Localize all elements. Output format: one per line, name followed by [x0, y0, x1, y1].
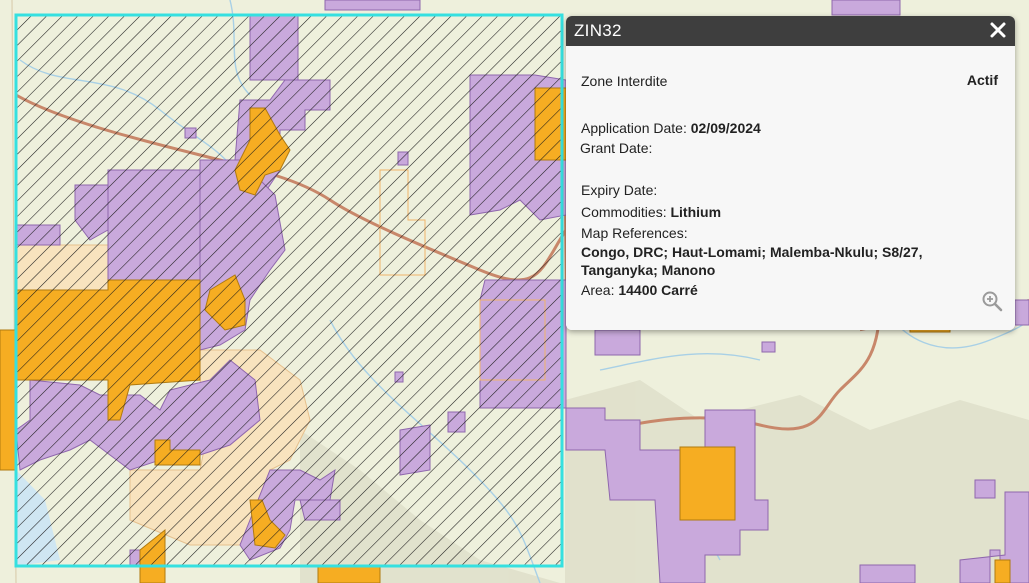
forbidden-zone-hatch[interactable] [16, 15, 562, 566]
map-references-label: Map References: [581, 225, 688, 241]
area-label: Area: [581, 282, 615, 298]
grant-date-row: Grant Date: [580, 140, 652, 156]
zone-type: Zone Interdite [581, 73, 668, 89]
grant-date-label: Grant Date: [580, 140, 653, 156]
commodities-label: Commodities: [581, 204, 667, 220]
map-references-line1: Congo, DRC; Haut-Lomami; Malemba-Nkulu; … [581, 244, 923, 260]
expiry-date-label: Expiry Date: [581, 182, 658, 198]
status-badge: Actif [966, 72, 998, 88]
popup-body: Zone Interdite Actif Application Date: 0… [566, 46, 1015, 330]
popup-title: ZIN32 [574, 21, 622, 40]
close-icon[interactable] [987, 19, 1009, 41]
commodities-value: Lithium [670, 204, 722, 220]
expiry-date-row: Expiry Date: [581, 182, 657, 198]
map-references-line2: Tanganyka; Manono [581, 262, 716, 278]
popup-header: ZIN32 [566, 16, 1015, 46]
application-date-label: Application Date: [581, 120, 687, 136]
feature-popup: ZIN32 Zone Interdite Actif Application D… [566, 16, 1015, 330]
zoom-in-icon[interactable] [981, 290, 1003, 312]
commodities-row: Commodities: Lithium [581, 204, 721, 220]
area-value: 14400 Carré [618, 282, 698, 298]
area-row: Area: 14400 Carré [581, 282, 698, 298]
application-date-row: Application Date: 02/09/2024 [581, 120, 761, 136]
application-date-value: 02/09/2024 [690, 120, 761, 136]
